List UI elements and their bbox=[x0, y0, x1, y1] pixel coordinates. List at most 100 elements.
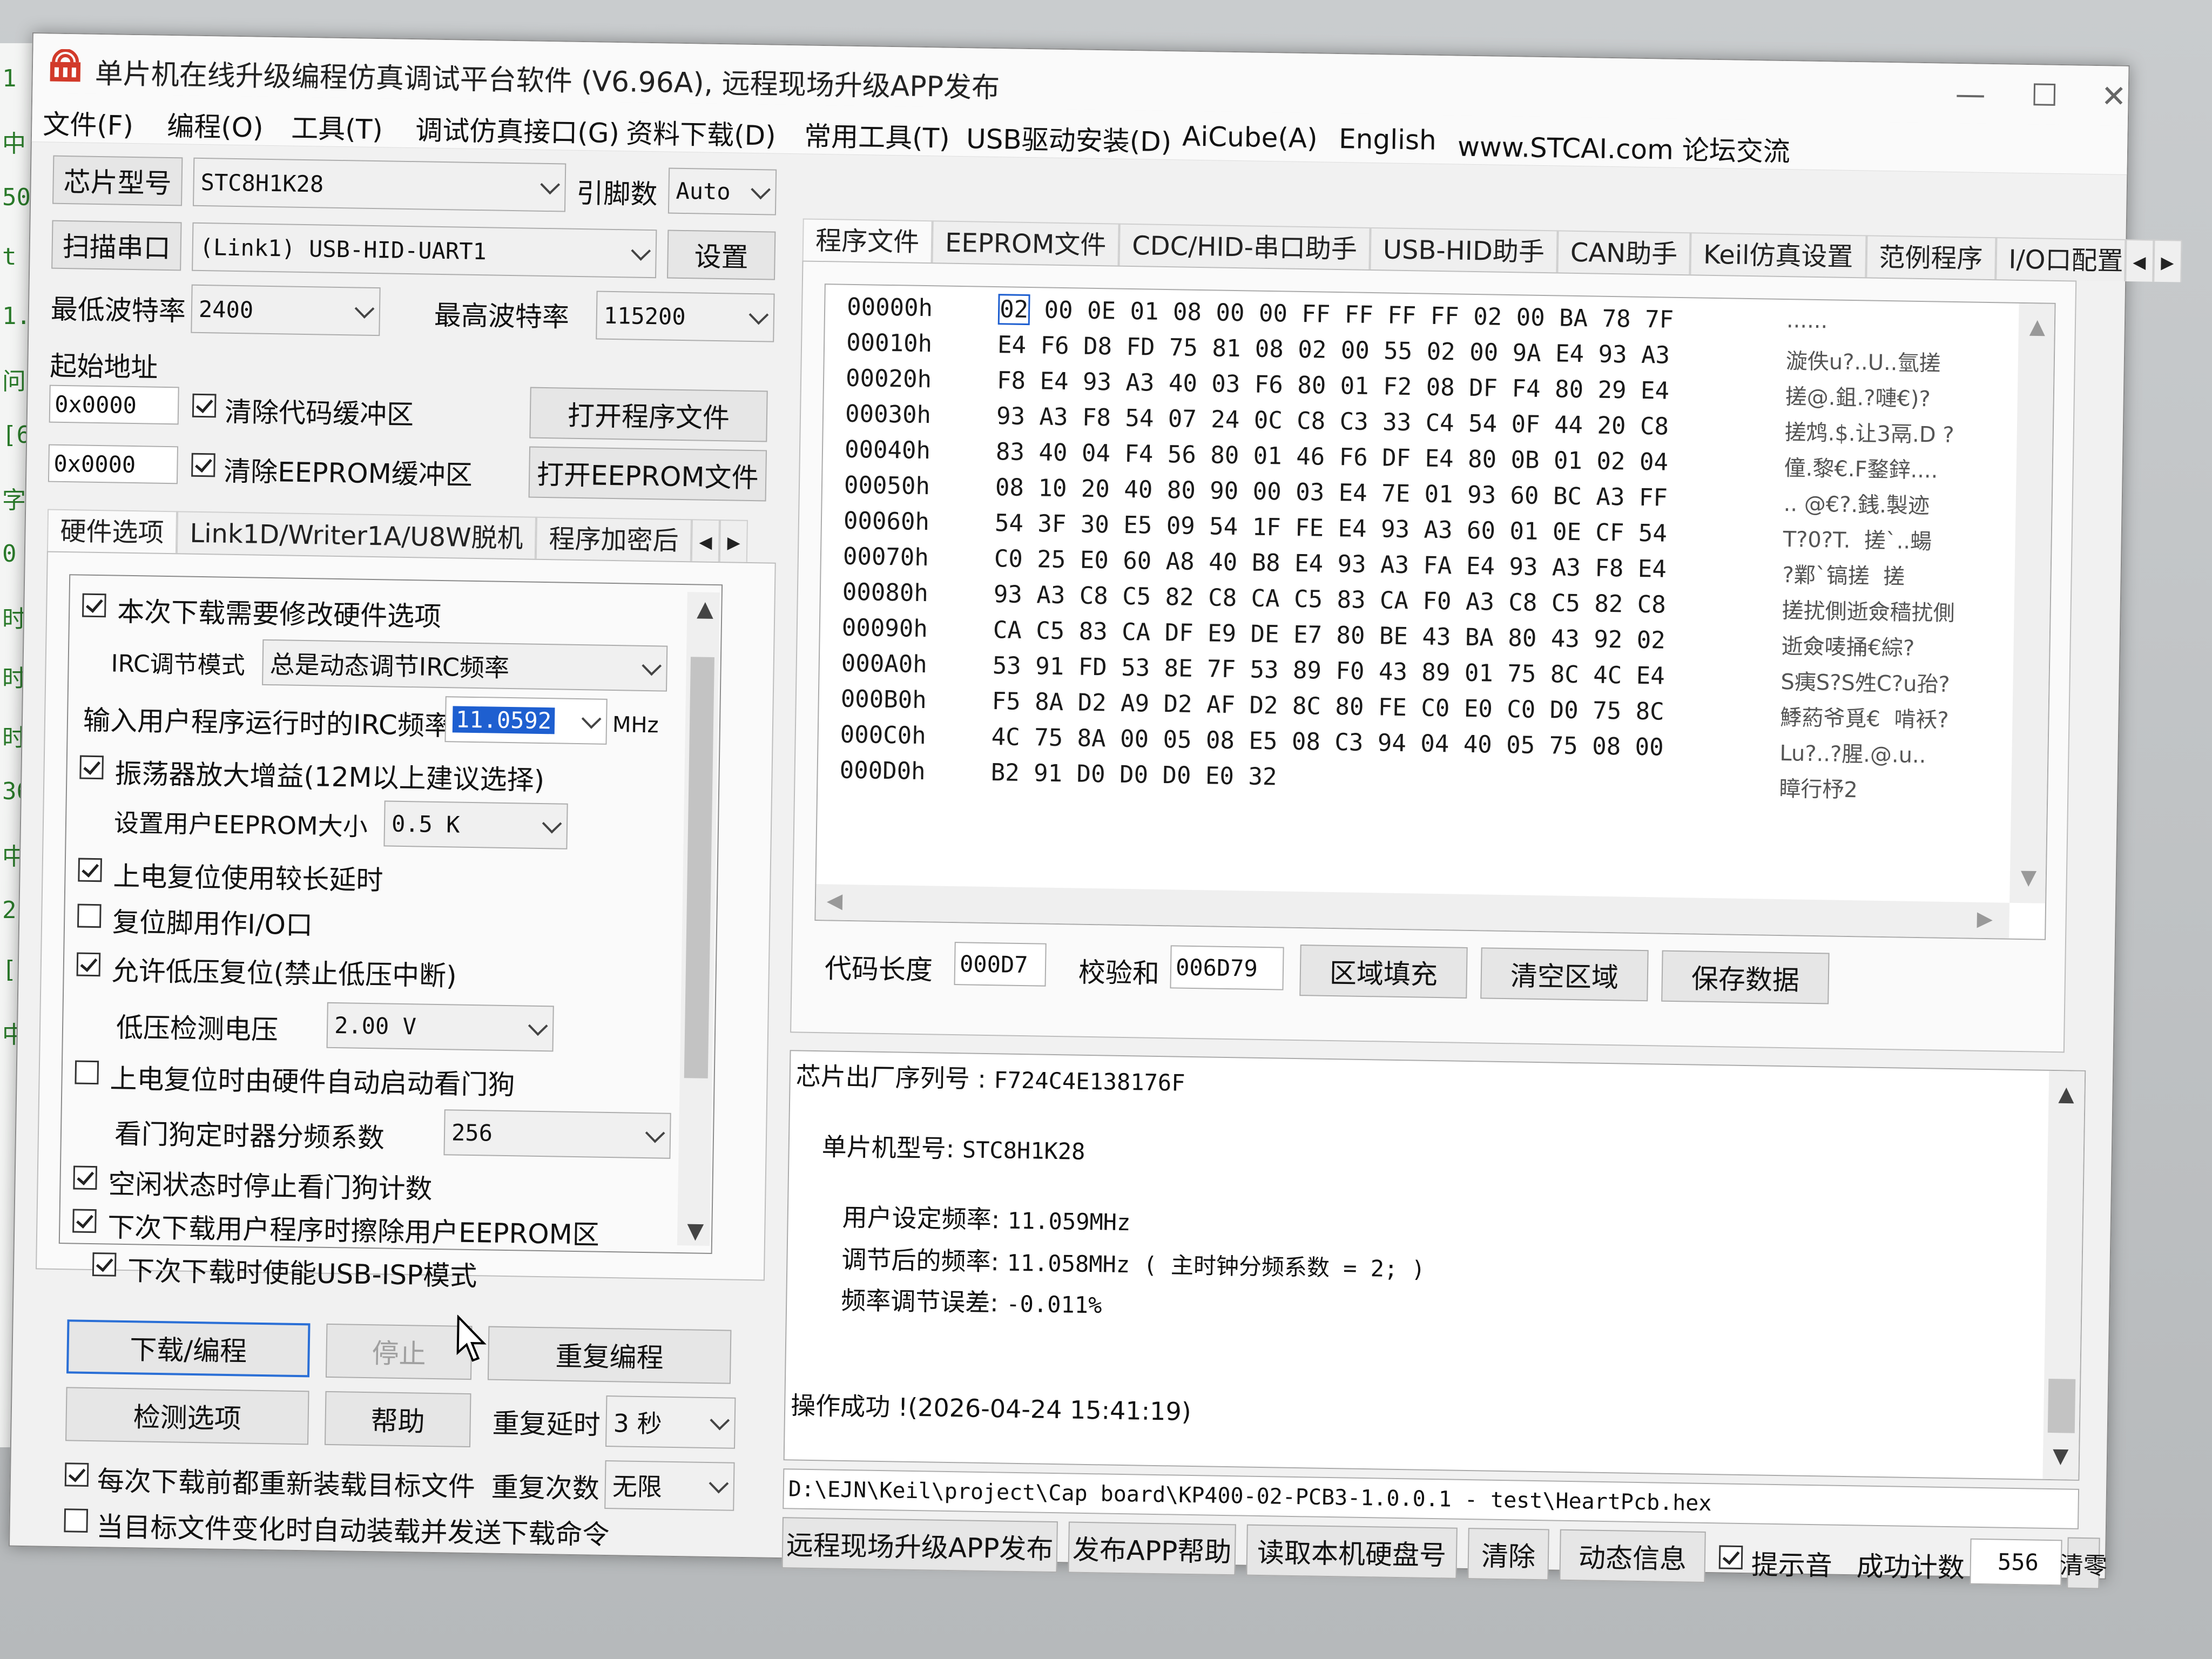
tab-example-programs[interactable]: 范例程序 bbox=[1865, 235, 1997, 280]
tab-scroll-left-icon[interactable]: ◂ bbox=[691, 519, 720, 562]
tab-serial-assistant[interactable]: CDC/HID-串口助手 bbox=[1118, 223, 1371, 269]
irc-frequency-input[interactable]: 11.0592 bbox=[444, 696, 608, 745]
menu-usb-driver[interactable]: USB驱动安装(D) bbox=[966, 117, 1172, 159]
eeprom-size-label: 设置用户EEPROM大小 bbox=[113, 808, 368, 841]
reload-target-checkbox[interactable] bbox=[64, 1462, 89, 1487]
lvd-voltage-select[interactable]: 2.00 V bbox=[326, 1002, 554, 1052]
irc-mode-select[interactable]: 总是动态调节IRC频率 bbox=[262, 639, 668, 692]
tab-scroll-left-icon[interactable]: ◂ bbox=[2125, 239, 2154, 282]
reload-target-label: 每次下载前都重新装载目标文件 bbox=[97, 1465, 476, 1503]
long-reset-delay-checkbox[interactable] bbox=[78, 858, 102, 882]
save-data-button[interactable]: 保存数据 bbox=[1661, 950, 1830, 1004]
menu-downloads[interactable]: 资料下载(D) bbox=[626, 112, 777, 153]
scroll-down-icon[interactable]: ▼ bbox=[2021, 865, 2037, 889]
tab-hardware-options[interactable]: 硬件选项 bbox=[46, 509, 178, 554]
menu-tools[interactable]: 工具(T) bbox=[291, 107, 383, 147]
usb-isp-checkbox[interactable] bbox=[92, 1252, 117, 1277]
tab-can-assistant[interactable]: CAN助手 bbox=[1557, 230, 1691, 275]
repeat-delay-value: 3 秒 bbox=[613, 1408, 662, 1439]
scroll-up-icon[interactable]: ▲ bbox=[2058, 1082, 2074, 1105]
modify-hw-options-checkbox[interactable] bbox=[82, 593, 106, 618]
clear-code-buffer-checkbox[interactable] bbox=[192, 393, 217, 418]
menu-debug-interface[interactable]: 调试仿真接口(G) bbox=[415, 109, 620, 151]
open-program-file-button[interactable]: 打开程序文件 bbox=[529, 387, 768, 442]
fill-region-button[interactable]: 区域填充 bbox=[1299, 945, 1468, 999]
repeat-count-select[interactable]: 无限 bbox=[604, 1460, 735, 1511]
tab-scroll-right-icon[interactable]: ▸ bbox=[2153, 239, 2182, 282]
download-program-button[interactable]: 下载/编程 bbox=[66, 1319, 311, 1378]
hex-ascii: 搓@.鉏.?嗹€)? bbox=[1785, 385, 1931, 412]
hex-view[interactable]: ▲ ▼ ◀ ▶ 00000h 02 00 0E 01 08 00 00 FF FF… bbox=[814, 284, 2056, 940]
eeprom-start-address-input[interactable]: 0x0000 bbox=[48, 444, 178, 484]
code-start-address-input[interactable]: 0x0000 bbox=[49, 385, 179, 425]
chip-model-select[interactable]: STC8H1K28 bbox=[192, 157, 567, 212]
open-eeprom-file-button[interactable]: 打开EEPROM文件 bbox=[528, 446, 767, 502]
remote-upgrade-publish-button[interactable]: 远程现场升级APP发布 bbox=[781, 1517, 1058, 1573]
reset-pin-io-checkbox[interactable] bbox=[77, 903, 102, 928]
auto-load-send-checkbox[interactable] bbox=[64, 1508, 89, 1533]
min-baud-select[interactable]: 2400 bbox=[191, 284, 381, 336]
log-scrollbar[interactable]: ▲ ▼ bbox=[2042, 1070, 2085, 1480]
clear-region-button[interactable]: 清空区域 bbox=[1480, 947, 1649, 1002]
hex-vertical-scrollbar[interactable]: ▲ ▼ bbox=[2009, 303, 2055, 903]
wdt-divider-select[interactable]: 256 bbox=[443, 1109, 671, 1159]
stop-button[interactable]: 停止 bbox=[325, 1323, 473, 1380]
menu-program[interactable]: 编程(O) bbox=[167, 105, 264, 145]
scroll-left-icon[interactable]: ◀ bbox=[827, 888, 843, 912]
chevron-down-icon bbox=[631, 241, 651, 261]
scroll-down-icon[interactable]: ▼ bbox=[687, 1218, 704, 1243]
clear-code-buffer-label: 清除代码缓冲区 bbox=[224, 396, 414, 431]
scan-port-button[interactable]: 扫描串口 bbox=[51, 220, 182, 271]
beep-checkbox[interactable] bbox=[1718, 1545, 1743, 1570]
hex-horizontal-scrollbar[interactable]: ◀ ▶ bbox=[815, 884, 2010, 939]
menu-aicube[interactable]: AiCube(A) bbox=[1182, 120, 1318, 154]
scroll-down-icon[interactable]: ▼ bbox=[2053, 1444, 2069, 1467]
chip-model-button[interactable]: 芯片型号 bbox=[52, 155, 183, 206]
tab-io-config[interactable]: I/O口配置 bbox=[1995, 237, 2126, 281]
dynamic-info-button[interactable]: 动态信息 bbox=[1559, 1529, 1706, 1583]
scroll-up-icon[interactable]: ▲ bbox=[2029, 314, 2046, 338]
settings-button[interactable]: 设置 bbox=[666, 230, 776, 280]
menu-website-forum[interactable]: www.STCAI.com 论坛交流 bbox=[1458, 125, 1791, 169]
pin-count-label: 引脚数 bbox=[576, 177, 658, 211]
output-log[interactable]: 芯片出厂序列号 : F724C4E138176F 单片机型号: STC8H1K2… bbox=[783, 1050, 2086, 1481]
eeprom-size-select[interactable]: 0.5 K bbox=[383, 800, 568, 849]
tab-program-file[interactable]: 程序文件 bbox=[802, 218, 933, 263]
port-select[interactable]: (Link1) USB-HID-UART1 bbox=[192, 222, 657, 279]
tab-keil-debug-settings[interactable]: Keil仿真设置 bbox=[1690, 232, 1867, 278]
clear-eeprom-buffer-checkbox[interactable] bbox=[191, 453, 215, 477]
pin-count-select[interactable]: Auto bbox=[667, 167, 777, 215]
osc-gain-checkbox[interactable] bbox=[79, 755, 104, 780]
close-button[interactable]: ✕ bbox=[2101, 79, 2127, 114]
menu-file[interactable]: 文件(F) bbox=[43, 103, 134, 143]
menu-english[interactable]: English bbox=[1339, 123, 1437, 156]
erase-eeprom-checkbox[interactable] bbox=[72, 1209, 97, 1233]
tab-scroll-right-icon[interactable]: ▸ bbox=[719, 520, 748, 562]
hw-watchdog-checkbox[interactable] bbox=[75, 1060, 99, 1085]
clear-log-button[interactable]: 清除 bbox=[1467, 1528, 1549, 1581]
check-options-button[interactable]: 检测选项 bbox=[65, 1387, 309, 1445]
maximize-button[interactable]: ☐ bbox=[2031, 78, 2058, 113]
publish-app-help-button[interactable]: 发布APP帮助 bbox=[1068, 1521, 1236, 1576]
tab-usb-hid-assistant[interactable]: USB-HID助手 bbox=[1370, 227, 1558, 273]
scrollbar-thumb[interactable] bbox=[2047, 1378, 2076, 1433]
lvr-enable-checkbox[interactable] bbox=[76, 952, 101, 977]
reset-count-button[interactable]: 清零 bbox=[2059, 1537, 2107, 1589]
minimize-button[interactable]: — bbox=[1955, 77, 1986, 112]
menu-common-tools[interactable]: 常用工具(T) bbox=[804, 114, 950, 156]
mouse-pointer-icon bbox=[456, 1314, 487, 1362]
reprogram-button[interactable]: 重复编程 bbox=[487, 1326, 732, 1384]
repeat-count-label: 重复次数 bbox=[491, 1471, 600, 1505]
help-button[interactable]: 帮助 bbox=[324, 1391, 471, 1448]
max-baud-select[interactable]: 115200 bbox=[596, 291, 775, 342]
idle-stop-wdt-checkbox[interactable] bbox=[73, 1165, 98, 1190]
hex-bytes: B2 91 D0 D0 D0 E0 32 bbox=[990, 759, 1277, 791]
tab-offline-writer[interactable]: Link1D/Writer1A/U8W脱机 bbox=[176, 511, 537, 559]
scroll-up-icon[interactable]: ▲ bbox=[697, 596, 713, 621]
scrollbar-thumb[interactable] bbox=[684, 657, 714, 1078]
tab-encrypted-program[interactable]: 程序加密后 bbox=[535, 516, 692, 562]
repeat-delay-select[interactable]: 3 秒 bbox=[605, 1395, 736, 1449]
read-disk-serial-button[interactable]: 读取本机硬盘号 bbox=[1246, 1524, 1458, 1579]
tab-eeprom-file[interactable]: EEPROM文件 bbox=[932, 220, 1120, 266]
scroll-right-icon[interactable]: ▶ bbox=[1977, 907, 1993, 930]
